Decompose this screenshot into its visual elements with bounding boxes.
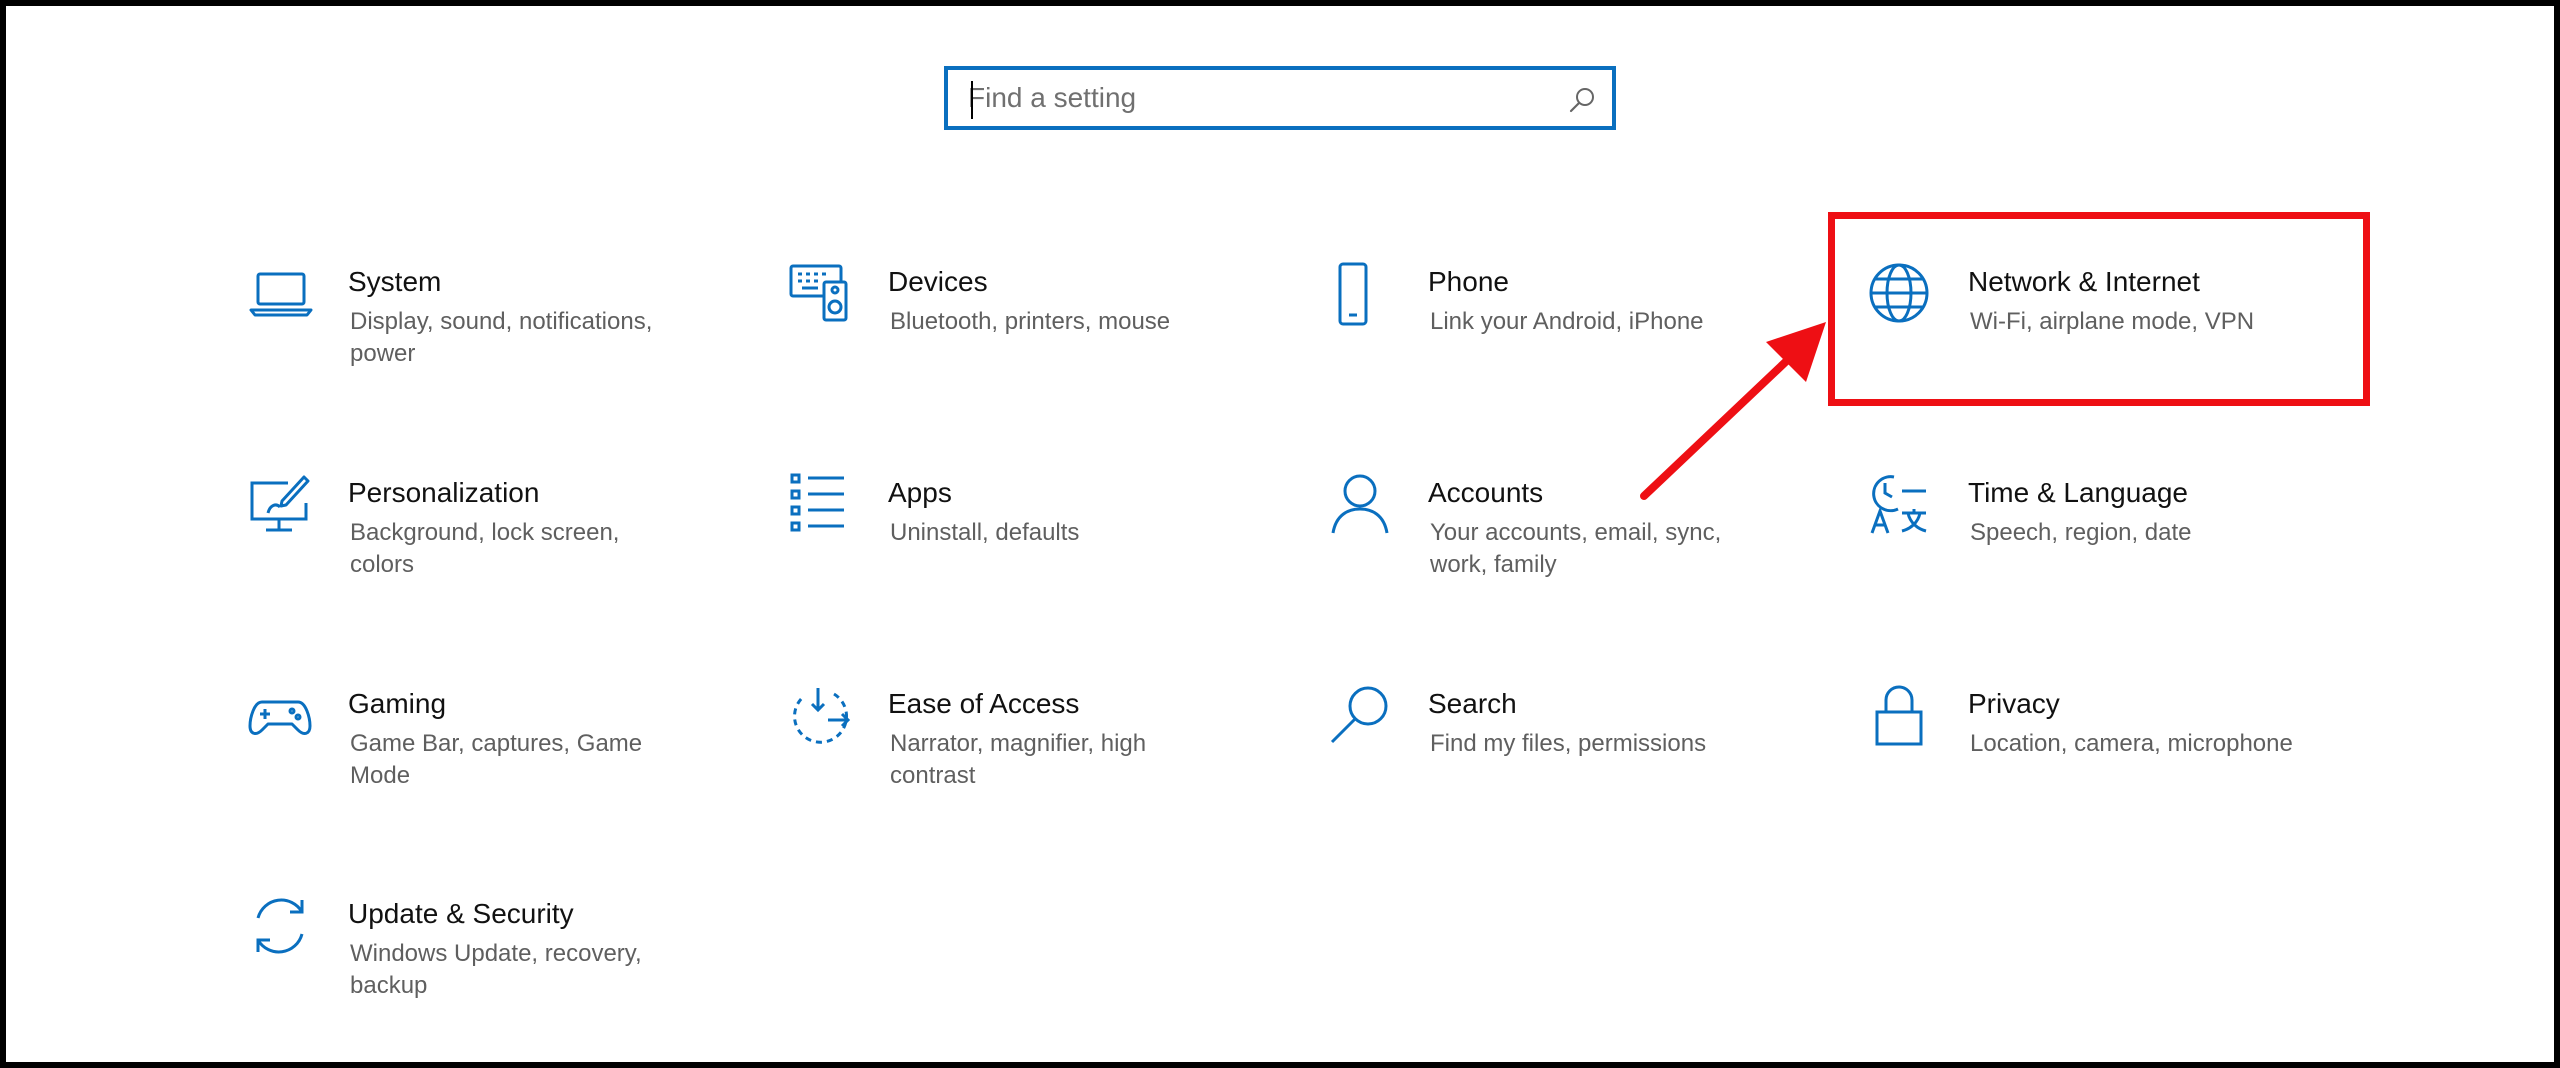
tile-title: System [348, 266, 442, 297]
tile-personalization[interactable]: Personalization Background, lock screen,… [248, 473, 728, 613]
tile-title: Update & Security [348, 898, 574, 929]
tile-gaming[interactable]: Gaming Game Bar, captures, Game Mode [248, 684, 728, 824]
ease-of-access-icon [788, 684, 854, 750]
tile-description: Windows Update, recovery, backup [350, 940, 642, 999]
tile-network-internet[interactable]: Network & Internet Wi-Fi, airplane mode,… [1868, 262, 2348, 402]
sync-arrows-icon [248, 894, 314, 960]
text-caret [971, 81, 973, 119]
tile-description: Uninstall, defaults [890, 519, 1080, 546]
tile-accounts[interactable]: Accounts Your accounts, email, sync, wor… [1328, 473, 1808, 613]
tile-title: Ease of Access [888, 688, 1080, 719]
tile-time-language[interactable]: Time & Language Speech, region, date [1868, 473, 2348, 613]
tile-description: Location, camera, microphone [1970, 730, 2293, 757]
tile-title: Phone [1428, 266, 1509, 297]
tile-title: Apps [888, 477, 952, 508]
tile-privacy[interactable]: Privacy Location, camera, microphone [1868, 684, 2348, 824]
tile-description: Display, sound, notifications, power [350, 308, 653, 367]
tile-system[interactable]: System Display, sound, notifications, po… [248, 262, 728, 402]
tile-description: Game Bar, captures, Game Mode [350, 730, 643, 789]
tile-apps[interactable]: Apps Uninstall, defaults [788, 473, 1268, 613]
tile-update-security[interactable]: Update & Security Windows Update, recove… [248, 894, 728, 1034]
laptop-icon [248, 262, 314, 328]
person-icon [1328, 473, 1394, 539]
tile-phone[interactable]: Phone Link your Android, iPhone [1328, 262, 1808, 402]
tile-title: Accounts [1428, 477, 1544, 508]
tile-description: Link your Android, iPhone [1430, 308, 1704, 335]
tile-title: Time & Language [1968, 477, 2188, 508]
tile-title: Network & Internet [1968, 266, 2200, 297]
lock-icon [1868, 684, 1934, 750]
search-input[interactable] [968, 78, 1548, 118]
tile-search[interactable]: Search Find my files, permissions [1328, 684, 1808, 824]
tile-title: Privacy [1968, 688, 2060, 719]
tile-description: Bluetooth, printers, mouse [890, 308, 1171, 335]
clock-language-icon [1868, 473, 1934, 539]
tile-description: Find my files, permissions [1430, 730, 1707, 757]
tile-devices[interactable]: Devices Bluetooth, printers, mouse [788, 262, 1268, 402]
search-box[interactable] [944, 66, 1616, 130]
tile-description: Speech, region, date [1970, 519, 2192, 546]
tile-title: Search [1428, 688, 1517, 719]
phone-icon [1328, 262, 1394, 328]
magnifier-icon [1328, 684, 1394, 750]
keyboard-speaker-icon [788, 262, 854, 328]
gamepad-icon [248, 684, 314, 750]
tile-title: Devices [888, 266, 988, 297]
monitor-brush-icon [248, 473, 314, 539]
globe-icon [1868, 262, 1934, 328]
tile-title: Gaming [348, 688, 447, 719]
tile-description: Narrator, magnifier, high contrast [890, 730, 1147, 789]
list-icon [788, 473, 854, 539]
tile-description: Wi-Fi, airplane mode, VPN [1970, 308, 2255, 335]
tile-ease-of-access[interactable]: Ease of Access Narrator, magnifier, high… [788, 684, 1268, 824]
tile-title: Personalization [348, 477, 540, 508]
tile-description: Your accounts, email, sync, work, family [1430, 519, 1722, 578]
tile-description: Background, lock screen, colors [350, 519, 620, 578]
search-icon[interactable] [1568, 86, 1596, 114]
